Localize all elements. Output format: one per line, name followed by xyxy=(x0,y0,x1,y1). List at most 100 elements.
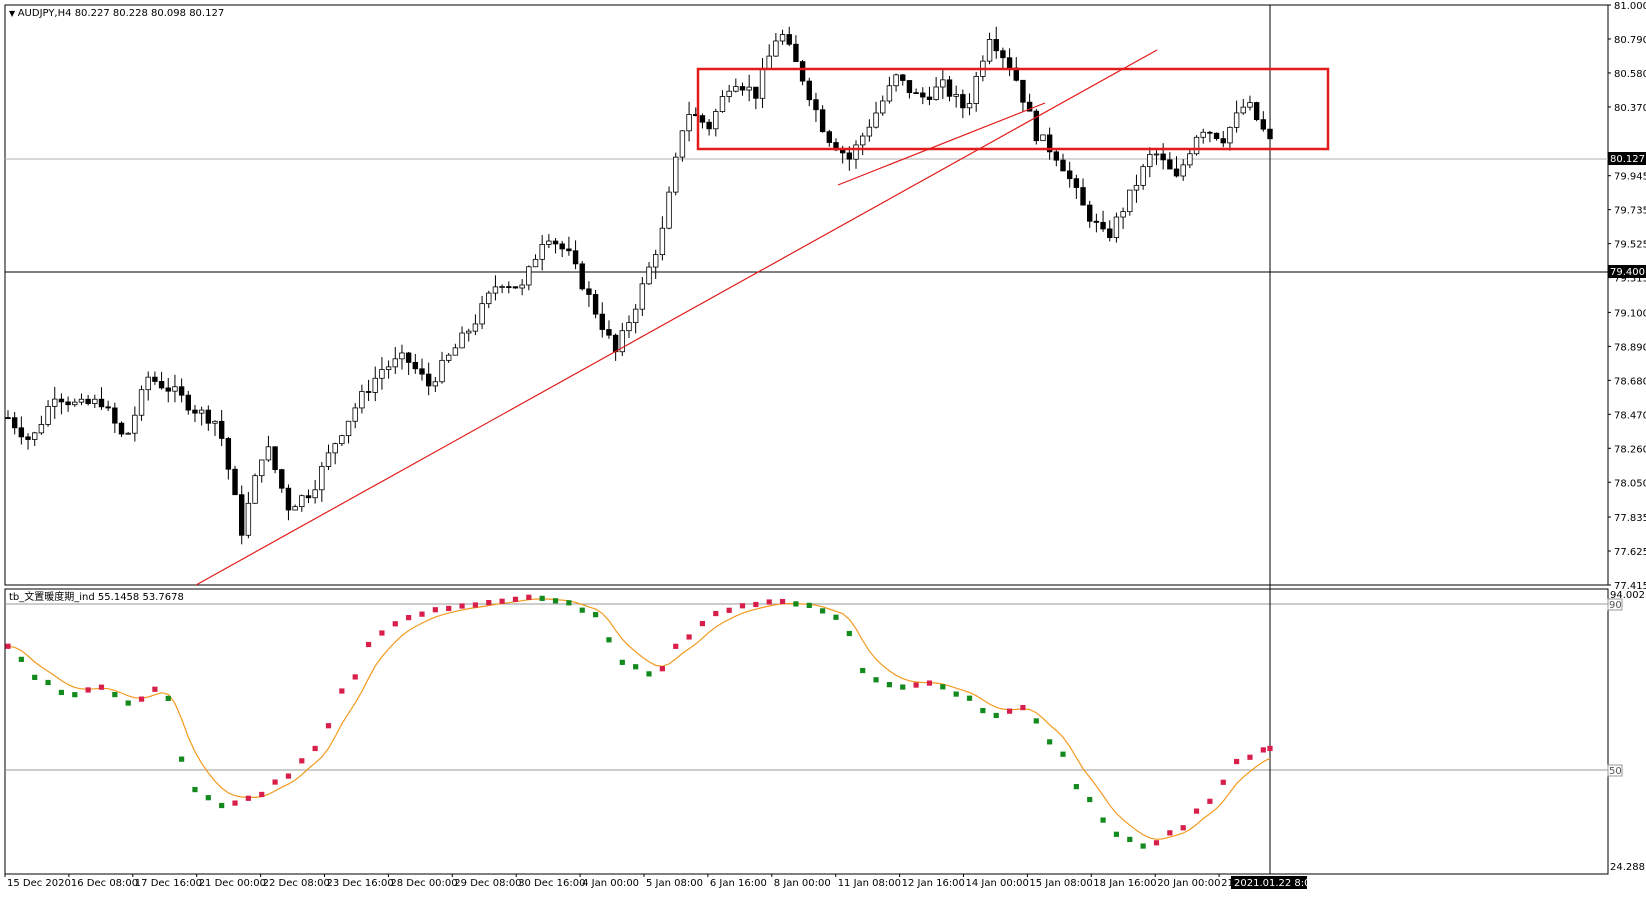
candle-body xyxy=(626,322,632,332)
candle-body xyxy=(853,144,859,160)
candle-body xyxy=(612,334,619,353)
candle-body xyxy=(352,407,358,422)
price-tick-label: 78.470 xyxy=(1614,410,1646,421)
candle-body xyxy=(1087,204,1093,222)
time-tick-label: 23 Dec 16:00 xyxy=(327,878,394,889)
candle-body xyxy=(25,436,31,440)
candle-body xyxy=(365,391,372,393)
candle-body xyxy=(239,494,245,536)
indicator-dot xyxy=(900,684,906,690)
indicator-dot xyxy=(192,786,198,793)
indicator-dot xyxy=(446,605,452,612)
candle-body xyxy=(339,435,345,445)
candle-body xyxy=(332,443,338,454)
indicator-dot xyxy=(940,684,946,690)
candle-body xyxy=(1133,184,1140,191)
time-tick-label: 17 Dec 16:00 xyxy=(135,878,202,889)
candle-body xyxy=(726,90,732,97)
candle-body xyxy=(78,398,85,403)
indicator-dot xyxy=(779,598,786,605)
candle-body xyxy=(839,149,846,154)
candle-body xyxy=(966,103,973,109)
candle-body xyxy=(439,359,445,383)
price-tick-label: 80.370 xyxy=(1614,103,1646,114)
candle-body xyxy=(559,243,565,250)
time-tick-label: 29 Dec 08:00 xyxy=(454,878,521,889)
indicator-dot xyxy=(138,696,145,702)
indicator-dot xyxy=(846,630,852,637)
candle-body xyxy=(1006,57,1013,69)
candle-body xyxy=(259,459,265,477)
candle-body xyxy=(185,394,191,411)
candle-body xyxy=(746,86,752,91)
indicator-dot xyxy=(419,611,425,617)
candle-body xyxy=(639,283,646,310)
candle-body xyxy=(512,286,519,289)
price-tick-label: 77.835 xyxy=(1614,513,1646,524)
candle-body xyxy=(793,43,799,62)
candle-body xyxy=(799,61,806,82)
candle-body xyxy=(132,414,138,434)
candle-body xyxy=(753,86,759,99)
candle-body xyxy=(759,68,766,99)
indicator-dot xyxy=(98,684,105,690)
chart-background xyxy=(0,0,1646,900)
candle-body xyxy=(486,292,492,305)
candle-body xyxy=(1000,50,1006,59)
indicator-dot xyxy=(686,634,692,640)
indicator-dot xyxy=(1234,758,1240,765)
indicator-dot xyxy=(1020,704,1026,711)
candle-body xyxy=(125,432,131,435)
candle-body xyxy=(946,79,953,97)
candle-body xyxy=(566,248,572,252)
price-tick-label: 80.580 xyxy=(1614,69,1646,80)
candle-body xyxy=(52,398,58,407)
indicator-dot xyxy=(58,689,65,696)
candle-body xyxy=(1060,159,1066,172)
candle-body xyxy=(58,398,65,403)
indicator-dot xyxy=(1167,830,1173,836)
indicator-dot xyxy=(1267,745,1273,752)
candle-body xyxy=(445,354,452,361)
candle-body xyxy=(419,368,425,375)
candle-body xyxy=(5,417,11,419)
candle-body xyxy=(305,495,312,499)
candle-body xyxy=(1207,131,1213,134)
candle-body xyxy=(599,313,605,330)
candle-body xyxy=(546,240,552,245)
candle-body xyxy=(1213,132,1220,140)
time-tick-label: 20 Jan 00:00 xyxy=(1157,878,1220,889)
time-tick-label: 14 Jan 00:00 xyxy=(966,878,1029,889)
candle-body xyxy=(392,358,398,368)
indicator-dot xyxy=(459,603,465,609)
candle-body xyxy=(32,432,38,440)
candle-body xyxy=(1033,110,1039,142)
candle-body xyxy=(165,387,171,392)
indicator-dot xyxy=(32,674,38,680)
candle-body xyxy=(432,381,439,387)
price-tick-label: 79.100 xyxy=(1614,308,1646,319)
indicator-dot xyxy=(1073,784,1079,790)
candle-body xyxy=(900,74,906,81)
candle-body xyxy=(105,406,111,409)
candle-body xyxy=(646,266,652,285)
indicator-dot xyxy=(379,630,385,636)
candle-body xyxy=(11,417,18,429)
indicator-dot xyxy=(806,602,812,608)
candle-body xyxy=(72,401,78,406)
candle-body xyxy=(225,438,232,470)
candle-body xyxy=(372,377,378,393)
candle-body xyxy=(459,332,465,349)
chart-canvas: ▼ AUDJPY,H4 80.227 80.228 80.098 80.127 … xyxy=(0,0,1646,900)
candle-body xyxy=(152,376,158,382)
candle-body xyxy=(1020,79,1026,103)
price-tick-label: 77.625 xyxy=(1614,547,1646,558)
candle-body xyxy=(886,85,893,102)
time-tick-label: 12 Jan 16:00 xyxy=(902,878,965,889)
candle-body xyxy=(412,361,419,370)
candle-body xyxy=(145,376,151,391)
candle-body xyxy=(232,468,238,496)
indicator-dot xyxy=(953,691,959,697)
price-tick-label: 78.050 xyxy=(1614,478,1646,489)
time-tick-label: 18 Jan 16:00 xyxy=(1093,878,1156,889)
